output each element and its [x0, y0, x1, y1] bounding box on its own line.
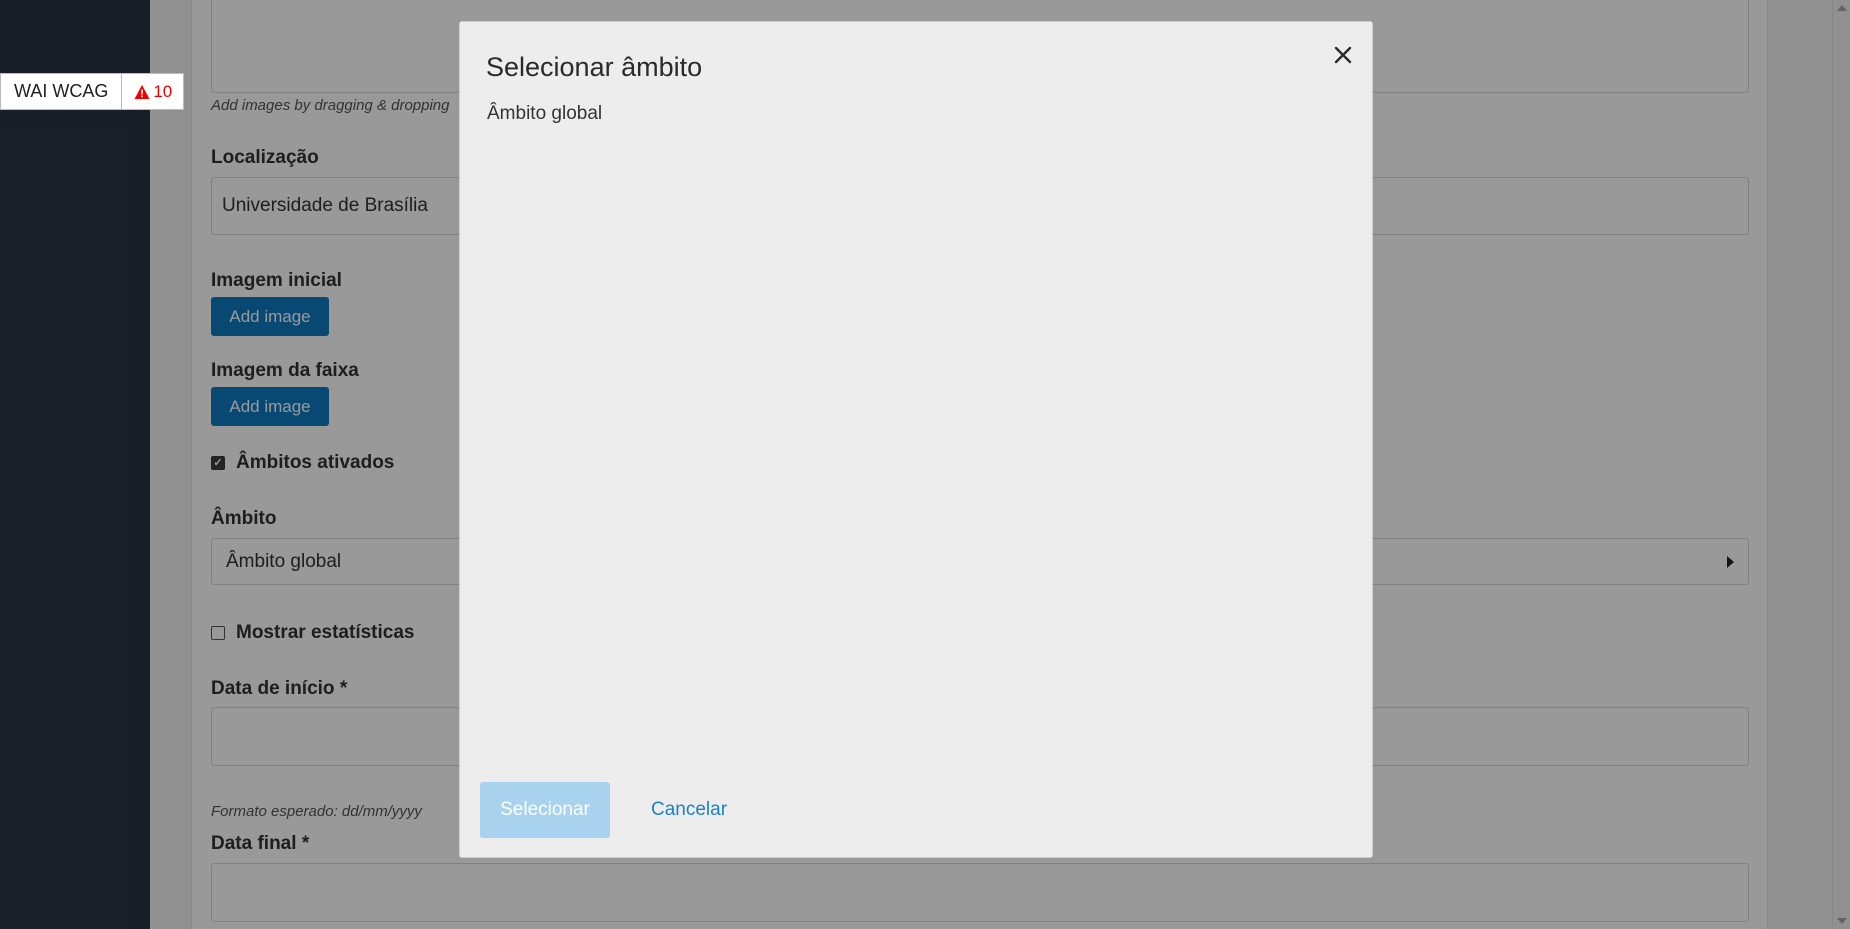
wcag-badge[interactable]: WAI WCAG 10	[0, 73, 185, 110]
select-button[interactable]: Selecionar	[480, 782, 610, 838]
modal-title: Selecionar âmbito	[486, 52, 703, 82]
scope-option-global[interactable]: Âmbito global	[487, 103, 602, 125]
wcag-count: 10	[153, 81, 173, 101]
cancel-button[interactable]: Cancelar	[651, 782, 727, 838]
wcag-error-count[interactable]: 10	[122, 74, 183, 109]
close-icon[interactable]	[1330, 42, 1356, 68]
wcag-label: WAI WCAG	[1, 74, 123, 109]
select-scope-modal: Selecionar âmbito Âmbito global Selecion…	[459, 21, 1373, 858]
warning-icon	[134, 84, 150, 99]
